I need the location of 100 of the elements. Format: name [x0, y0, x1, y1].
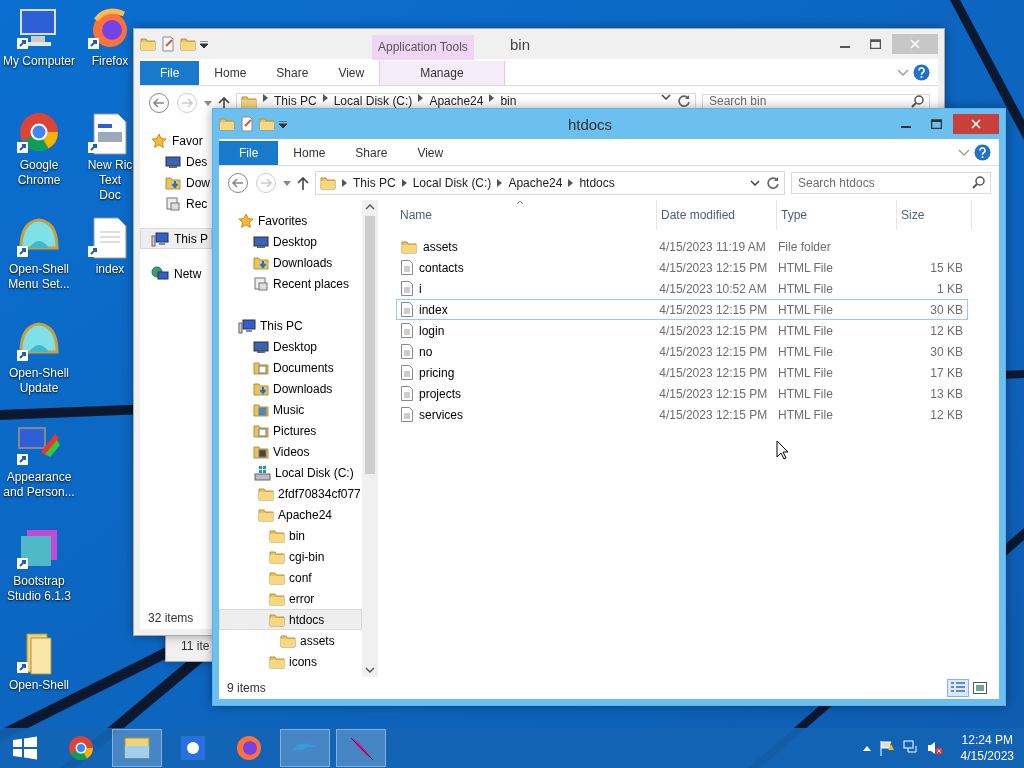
maximize-icon[interactable] — [930, 119, 942, 129]
properties-icon[interactable] — [160, 36, 176, 52]
nav-item[interactable]: This P — [140, 228, 212, 249]
nav-item[interactable]: Pictures — [219, 420, 362, 441]
nav-item[interactable]: cgi-bin — [219, 546, 362, 567]
nav-item[interactable]: Netw — [140, 263, 212, 284]
chevron-icon[interactable] — [342, 179, 347, 187]
expand-ribbon-icon[interactable] — [897, 69, 909, 77]
desktop-icon-label[interactable]: Google Chrome — [0, 158, 78, 188]
chevron-icon[interactable] — [497, 179, 503, 187]
back-button[interactable] — [148, 92, 170, 114]
breadcrumb[interactable]: This PC — [353, 176, 396, 190]
desktop-icon-label[interactable]: Firefox — [91, 54, 129, 69]
nav-item[interactable]: Downloads — [219, 378, 362, 399]
file-row[interactable]: projects 4/15/2023 12:15 PM HTML File 13 KB — [396, 383, 968, 404]
desktop-icon-label[interactable]: Open-Shell Update — [0, 366, 78, 396]
nav-item[interactable]: Music — [219, 399, 362, 420]
breadcrumb[interactable]: Local Disk (C:) — [412, 176, 492, 190]
nav-item[interactable]: Desktop — [219, 231, 362, 252]
search-field[interactable]: Search htdocs — [791, 172, 991, 194]
ribbon-tab[interactable]: View — [323, 61, 380, 85]
column-header[interactable]: Name — [396, 200, 657, 230]
ribbon-tab[interactable]: Manage — [379, 61, 505, 85]
chevron-icon[interactable] — [322, 93, 328, 102]
nav-item[interactable]: htdocs — [219, 609, 362, 630]
nav-item[interactable]: 2fdf70834cf077 — [219, 483, 362, 504]
breadcrumb[interactable]: htdocs — [579, 176, 615, 190]
chevron-icon[interactable] — [489, 93, 495, 102]
refresh-icon[interactable] — [677, 93, 691, 108]
nav-item[interactable]: Favorites — [219, 210, 362, 231]
nav-item[interactable]: This PC — [219, 315, 362, 336]
flag-icon[interactable] — [878, 740, 895, 756]
chevron-icon[interactable] — [418, 93, 424, 102]
back-button[interactable] — [227, 172, 249, 194]
desktop-icon-label[interactable]: Appearance and Person... — [0, 470, 78, 500]
desktop-icon-label[interactable]: Open-Shell Menu Set... — [0, 262, 78, 292]
dropdown-caret-icon[interactable] — [661, 93, 671, 100]
customize-caret-icon[interactable] — [200, 40, 208, 48]
ribbon-tab[interactable]: Share — [340, 141, 403, 165]
close-icon[interactable] — [971, 119, 981, 129]
picture-view-icon[interactable] — [973, 682, 987, 694]
file-row[interactable]: index 4/15/2023 12:15 PM HTML File 30 KB — [396, 299, 968, 320]
nav-item[interactable]: error — [219, 588, 362, 609]
ribbon-tab[interactable]: Home — [199, 61, 262, 85]
breadcrumb[interactable]: Apache24 — [429, 93, 484, 108]
maximize-icon[interactable] — [869, 39, 881, 49]
chevron-icon[interactable] — [401, 179, 407, 187]
scrollbar[interactable] — [362, 200, 378, 677]
breadcrumb[interactable]: Apache24 — [508, 176, 563, 190]
nav-item[interactable]: assets — [219, 630, 362, 651]
ribbon-tab[interactable]: File — [140, 61, 200, 85]
breadcrumb[interactable]: bin — [500, 93, 517, 108]
ribbon-tab[interactable]: Home — [278, 141, 341, 165]
clock[interactable]: 12:24 PM 4/15/2023 — [960, 732, 1014, 764]
breadcrumb[interactable]: This PC — [274, 93, 317, 108]
nav-item[interactable]: Des — [140, 151, 212, 172]
nav-item[interactable]: Local Disk (C:) — [219, 462, 362, 483]
show-hidden-icons-caret-icon[interactable] — [862, 745, 871, 751]
address-bar[interactable]: This PC Local Disk (C:) Apache24 htdocs — [315, 171, 785, 195]
ribbon-tab[interactable]: View — [402, 141, 459, 165]
file-row[interactable]: services 4/15/2023 12:15 PM HTML File 12 KB — [396, 404, 968, 425]
desktop-icon-label[interactable]: My Computer — [3, 54, 75, 69]
file-row[interactable]: pricing 4/15/2023 12:15 PM HTML File 17 KB — [396, 362, 968, 383]
breadcrumb[interactable]: Local Disk (C:) — [333, 93, 413, 108]
expand-ribbon-icon[interactable] — [958, 149, 970, 157]
nav-item[interactable]: conf — [219, 567, 362, 588]
help-icon[interactable] — [913, 64, 930, 81]
up-arrow-icon[interactable] — [218, 96, 230, 110]
desktop-icon-label[interactable]: Open-Shell — [8, 678, 69, 693]
file-row[interactable]: contacts 4/15/2023 12:15 PM HTML File 15 KB — [396, 257, 968, 278]
nav-item[interactable]: Rec — [140, 193, 212, 214]
up-arrow-icon[interactable] — [297, 176, 309, 190]
nav-item[interactable]: Apache24 — [219, 504, 362, 525]
network-icon[interactable] — [902, 740, 919, 756]
explorer-taskbar-icon[interactable] — [112, 729, 162, 767]
properties-icon[interactable] — [239, 116, 255, 132]
file-row[interactable]: assets 4/15/2023 11:19 AM File folder — [396, 236, 968, 257]
customize-caret-icon[interactable] — [279, 120, 287, 128]
nav-item[interactable]: Dow — [140, 172, 212, 193]
muted-speaker-icon[interactable] — [926, 740, 943, 756]
ribbon-tab[interactable]: Share — [261, 61, 324, 85]
desktop-icon-label[interactable]: index — [95, 262, 125, 277]
column-header[interactable]: Type — [777, 200, 897, 230]
nav-item[interactable]: icons — [219, 651, 362, 672]
desktop-icon-label[interactable]: Bootstrap Studio 6.1.3 — [0, 574, 78, 604]
file-row[interactable]: login 4/15/2023 12:15 PM HTML File 12 KB — [396, 320, 968, 341]
help-icon[interactable] — [974, 144, 991, 161]
nav-item[interactable]: bin — [219, 525, 362, 546]
dropdown-caret-icon[interactable] — [750, 180, 760, 186]
recent-locations-caret-icon[interactable] — [283, 180, 291, 186]
details-view-icon[interactable] — [951, 682, 965, 694]
column-header[interactable]: Date modified — [657, 200, 777, 230]
file-row[interactable]: i 4/15/2023 10:52 AM HTML File 1 KB — [396, 278, 968, 299]
column-header[interactable]: Size — [897, 200, 972, 230]
recent-locations-caret-icon[interactable] — [204, 100, 212, 106]
nav-item[interactable]: Desktop — [219, 336, 362, 357]
nav-item[interactable]: Downloads — [219, 252, 362, 273]
file-row[interactable]: no 4/15/2023 12:15 PM HTML File 30 KB — [396, 341, 968, 362]
nav-item[interactable]: Recent places — [219, 273, 362, 294]
chevron-icon[interactable] — [568, 179, 574, 187]
